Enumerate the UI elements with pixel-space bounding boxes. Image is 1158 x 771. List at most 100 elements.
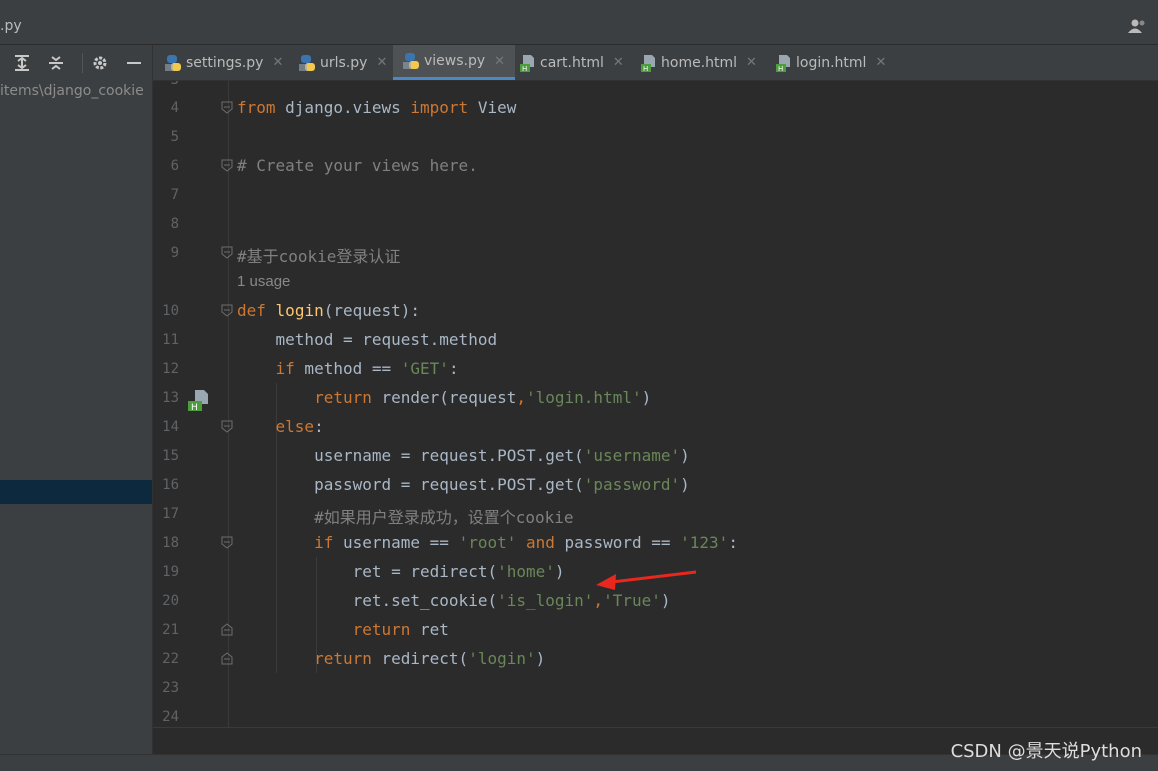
fold-marker-icon[interactable] bbox=[221, 536, 233, 549]
code-text: ) bbox=[554, 562, 565, 581]
line-number: 13 bbox=[162, 390, 179, 406]
keyword: and bbox=[526, 533, 555, 552]
line-number: 14 bbox=[162, 419, 179, 435]
keyword: return bbox=[314, 388, 372, 407]
string-literal: 'login' bbox=[468, 649, 536, 668]
code-line-13: return render(request,'login.html') bbox=[237, 388, 651, 407]
usage-hint[interactable]: 1 usage bbox=[237, 273, 290, 290]
line-number: 18 bbox=[162, 535, 179, 551]
watermark: CSDN @景天说Python bbox=[950, 741, 1142, 762]
keyword: if bbox=[314, 533, 334, 552]
line-number: 23 bbox=[162, 680, 179, 696]
code-text: View bbox=[468, 98, 517, 117]
code-text: ) bbox=[535, 649, 546, 668]
code-text: (request): bbox=[323, 301, 421, 320]
fold-end-icon[interactable] bbox=[221, 623, 233, 636]
tab-label: settings.py bbox=[186, 54, 264, 71]
code-line-12: if method == 'GET': bbox=[237, 359, 459, 378]
selected-tree-item[interactable] bbox=[0, 480, 152, 504]
code-line-15: username = request.POST.get('username') bbox=[237, 446, 690, 465]
code-text: : bbox=[728, 533, 738, 552]
close-icon[interactable]: ✕ bbox=[376, 55, 387, 70]
tab-label: home.html bbox=[661, 54, 738, 71]
html-template-gutter-icon[interactable]: H bbox=[187, 388, 211, 412]
user-icon[interactable] bbox=[1128, 18, 1146, 34]
string-literal: 'login.html' bbox=[526, 388, 642, 407]
fold-marker-icon[interactable] bbox=[221, 304, 233, 317]
fold-marker-icon[interactable] bbox=[221, 246, 233, 259]
line-number: 4 bbox=[170, 100, 179, 116]
code-line-11: method = request.method bbox=[237, 330, 498, 349]
close-icon[interactable]: ✕ bbox=[272, 55, 283, 70]
line-number: 19 bbox=[162, 564, 179, 580]
gear-icon[interactable] bbox=[90, 53, 110, 73]
keyword: else bbox=[275, 417, 315, 436]
svg-text:H: H bbox=[522, 65, 527, 72]
line-number: 17 bbox=[162, 506, 179, 522]
line-number: 11 bbox=[162, 332, 179, 348]
tab-label: views.py bbox=[424, 53, 486, 69]
code-line-9: #基于cookie登录认证 bbox=[237, 247, 401, 266]
tab-settings-py[interactable]: settings.py ✕ bbox=[165, 45, 283, 80]
close-icon[interactable]: ✕ bbox=[494, 54, 505, 69]
code-line-20: ret.set_cookie('is_login','True') bbox=[237, 591, 671, 610]
code-line-4: from django.views import View bbox=[237, 98, 516, 117]
tab-home-html[interactable]: H home.html ✕ bbox=[640, 45, 757, 80]
svg-text:H: H bbox=[778, 65, 783, 72]
editor-tabs: settings.py ✕ urls.py ✕ views.py ✕ H car… bbox=[153, 45, 1158, 81]
tab-label: login.html bbox=[796, 54, 867, 71]
close-icon[interactable]: ✕ bbox=[875, 55, 886, 70]
code-text: : bbox=[314, 417, 324, 436]
code-text: ret.set_cookie( bbox=[237, 591, 498, 610]
code-text: ret = redirect( bbox=[237, 562, 498, 581]
fold-marker-icon[interactable] bbox=[221, 420, 233, 433]
code-line-21: return ret bbox=[237, 620, 449, 639]
python-file-icon bbox=[299, 54, 315, 71]
line-number: 12 bbox=[162, 361, 179, 377]
line-number: 8 bbox=[170, 216, 179, 232]
collapse-all-icon[interactable] bbox=[46, 53, 66, 73]
code-line-14: else: bbox=[237, 417, 324, 436]
code-text: ) bbox=[660, 591, 671, 610]
tab-cart-html[interactable]: H cart.html ✕ bbox=[519, 45, 624, 80]
line-number: 10 bbox=[162, 303, 179, 319]
fold-marker-icon[interactable] bbox=[221, 101, 233, 114]
tab-login-html[interactable]: H login.html ✕ bbox=[775, 45, 886, 80]
line-number: 24 bbox=[162, 709, 179, 725]
code-text: redirect( bbox=[371, 649, 469, 668]
line-number: 6 bbox=[170, 158, 179, 174]
string-literal: '123' bbox=[680, 533, 729, 552]
code-line-18: if username == 'root' and password == '1… bbox=[237, 533, 738, 552]
line-number: 22 bbox=[162, 651, 179, 667]
hide-panel-icon[interactable] bbox=[124, 53, 144, 73]
line-number: 9 bbox=[170, 245, 179, 261]
project-path[interactable]: items\django_cookie bbox=[0, 83, 144, 99]
tab-views-py[interactable]: views.py ✕ bbox=[393, 45, 516, 80]
comma: , bbox=[593, 591, 604, 610]
fold-end-icon[interactable] bbox=[221, 652, 233, 665]
code-text: password == bbox=[554, 533, 681, 552]
expand-all-icon[interactable] bbox=[12, 53, 32, 73]
python-file-icon bbox=[165, 54, 181, 71]
line-number: 7 bbox=[170, 187, 179, 203]
fold-marker-icon[interactable] bbox=[221, 159, 233, 172]
close-icon[interactable]: ✕ bbox=[613, 55, 624, 70]
function-name: login bbox=[275, 301, 324, 320]
code-line-17: #如果用户登录成功，设置个cookie bbox=[237, 508, 574, 527]
python-file-icon bbox=[403, 53, 419, 69]
comma: , bbox=[516, 388, 526, 407]
svg-text:H: H bbox=[191, 403, 198, 412]
code-text: password = request.POST.get( bbox=[237, 475, 584, 494]
tab-urls-py[interactable]: urls.py ✕ bbox=[299, 45, 387, 80]
string-literal: 'GET' bbox=[400, 359, 449, 378]
close-icon[interactable]: ✕ bbox=[746, 55, 757, 70]
string-literal: 'password' bbox=[583, 475, 681, 494]
code-text: django.views bbox=[275, 98, 411, 117]
code-editor[interactable]: 3 4 5 6 7 8 9 10 11 12 13 14 15 16 17 18… bbox=[153, 81, 1158, 727]
html-file-icon: H bbox=[641, 54, 655, 72]
